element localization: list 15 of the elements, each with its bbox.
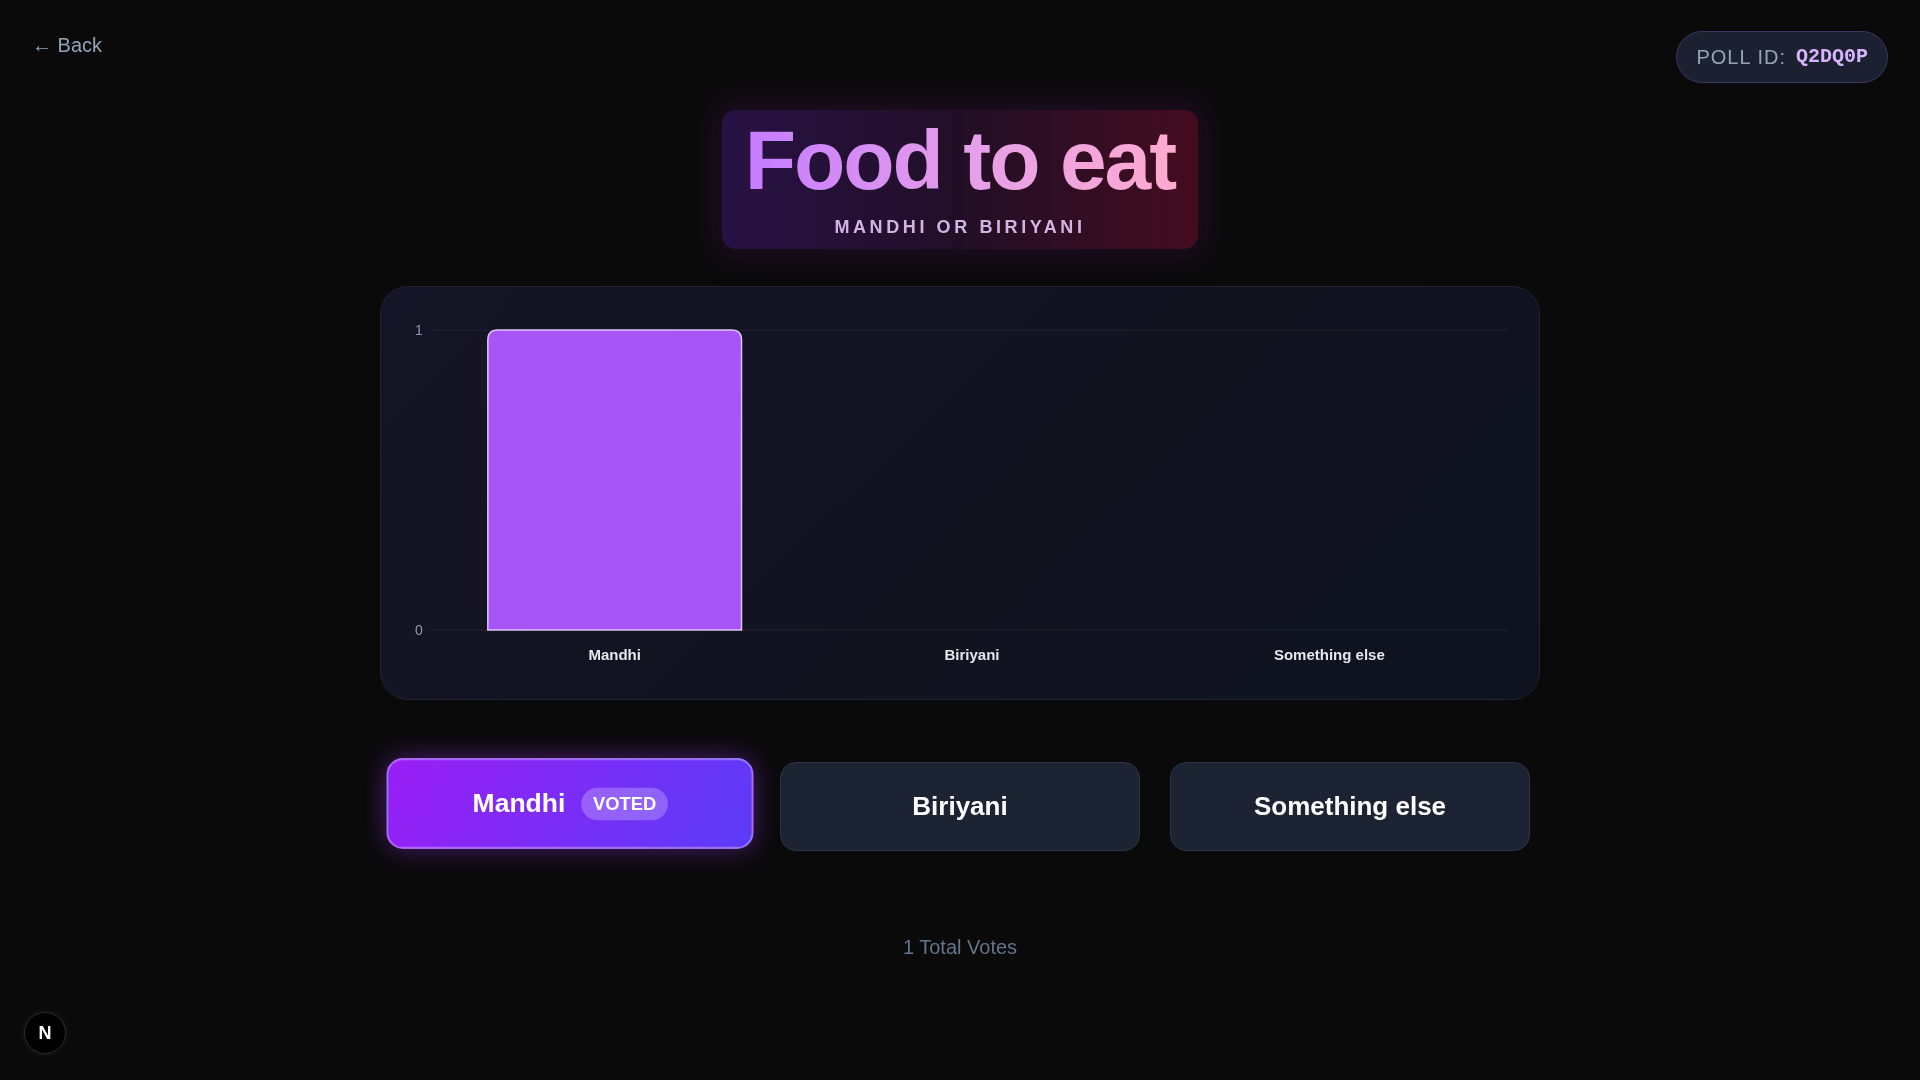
poll-id-label: POLL ID:	[1696, 45, 1786, 70]
y-axis-tick-label: 1	[415, 322, 423, 338]
total-votes-text: 1 Total Votes	[902, 935, 1018, 960]
dev-indicator-button[interactable]: N	[24, 1012, 66, 1054]
poll-subtitle: MANDHI OR BIRIYANI	[834, 216, 1086, 238]
option-button[interactable]: Mandhi VOTED	[386, 758, 754, 849]
poll-id-value: Q2DQ0P	[1796, 44, 1868, 70]
x-axis-category-label: Mandhi	[588, 646, 641, 663]
option-button[interactable]: Biriyani	[780, 762, 1140, 851]
y-axis-tick-label: 0	[415, 622, 423, 638]
x-axis-category-label: Something else	[1273, 646, 1385, 663]
x-axis-category-label: Biriyani	[944, 646, 1000, 663]
voted-badge: VOTED	[581, 787, 668, 820]
back-link[interactable]: ← Back	[32, 31, 103, 59]
option-button[interactable]: Something else	[1170, 762, 1530, 851]
